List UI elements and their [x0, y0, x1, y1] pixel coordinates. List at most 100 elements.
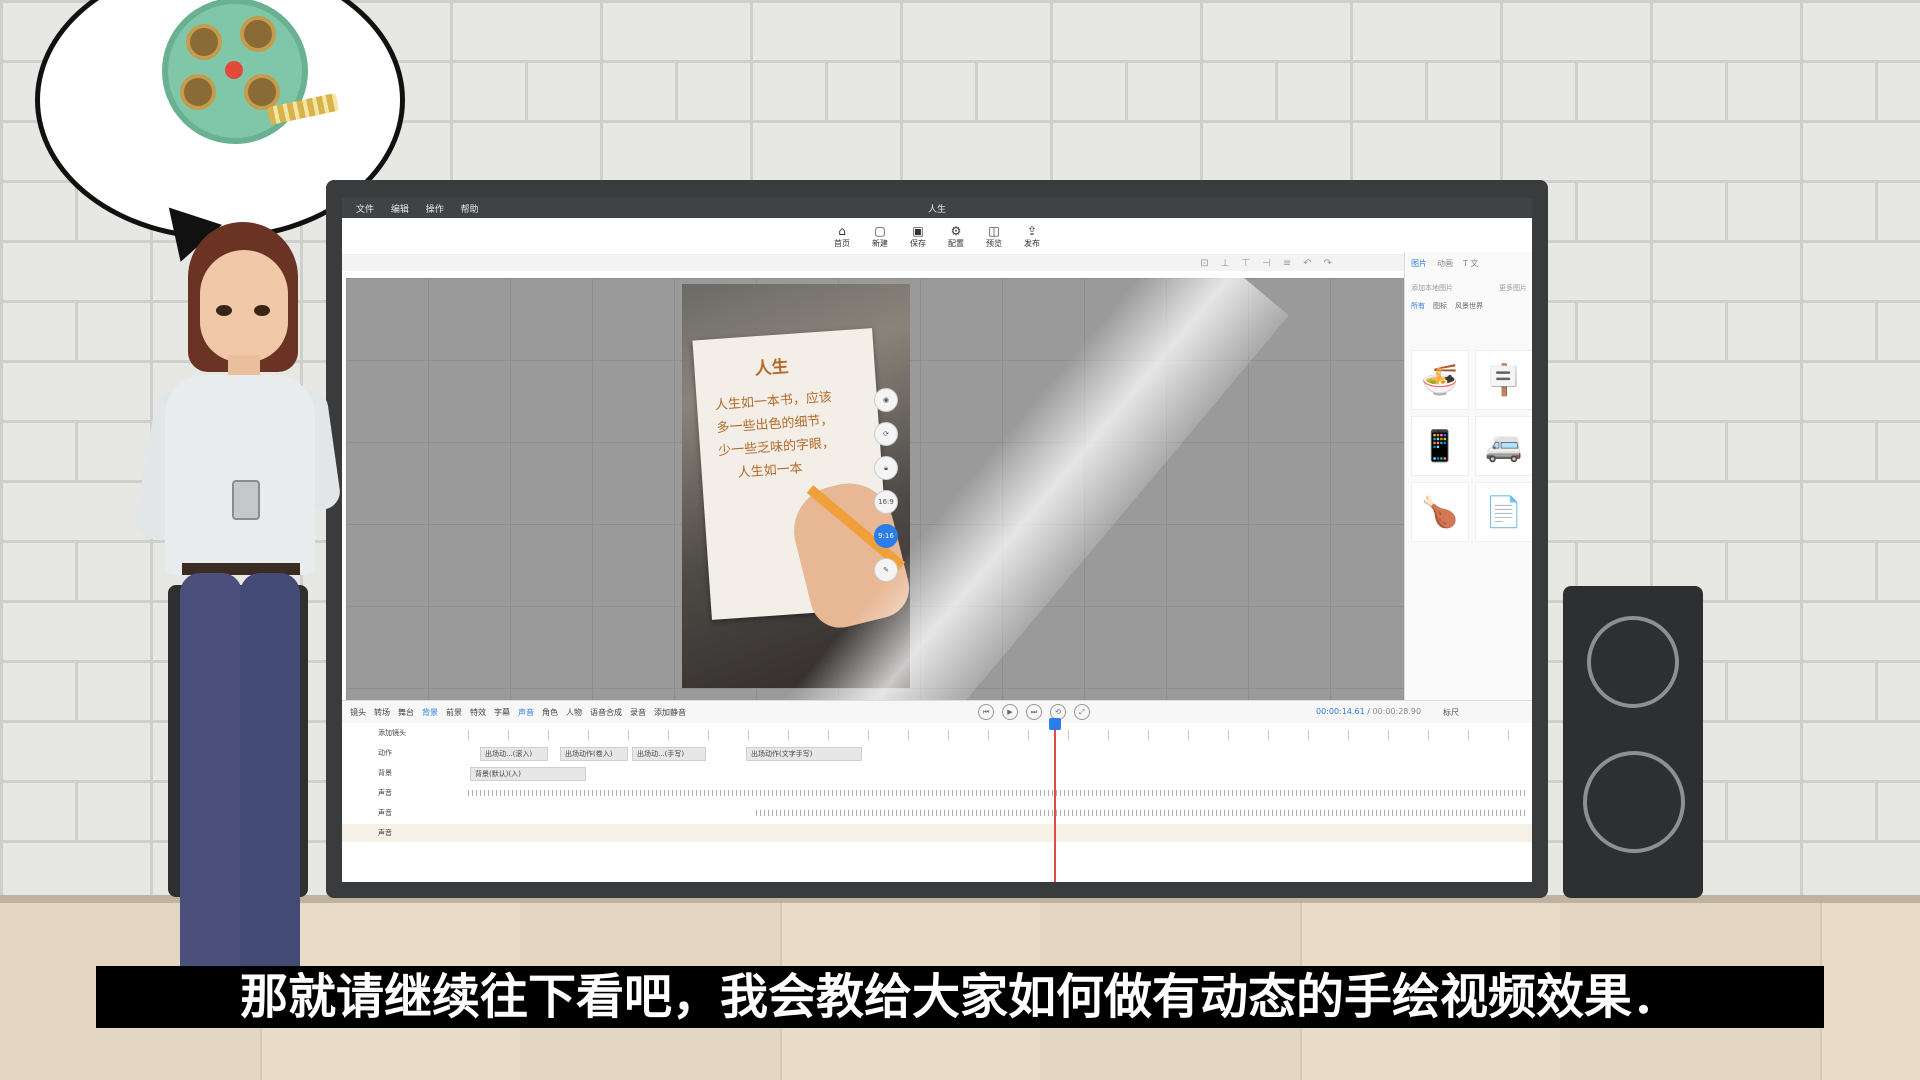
- current-time: 00:00:14.61: [1316, 707, 1365, 716]
- track-clip[interactable]: 出场动...(手写): [632, 747, 706, 761]
- asset-item[interactable]: 🚐: [1475, 416, 1532, 476]
- lock-icon[interactable]: ⊡: [1200, 258, 1208, 269]
- asset-grid: 🍜 🪧 📱 🚐 🍗 📄: [1411, 350, 1532, 542]
- card-line: 多一些出色的细节，: [716, 413, 834, 437]
- tab-tts[interactable]: 语音合成: [590, 707, 622, 718]
- video-subtitle: 那就请继续往下看吧，我会教给大家如何做有动态的手绘视频效果．: [96, 966, 1824, 1028]
- tab-foreground[interactable]: 前景: [446, 707, 462, 718]
- track-row: 声音: [342, 824, 1532, 842]
- new-button[interactable]: ▢ 新建: [869, 224, 891, 249]
- align-center-icon[interactable]: ⊤: [1241, 258, 1250, 269]
- editor-screen: 文件 编辑 操作 帮助 人生 ⌂ 首页 ▢ 新建 ▣ 保存 ⚙ 配置 ◫ 预览 ⇪ 发布 ⊡…: [342, 198, 1532, 882]
- right-speaker: [1563, 586, 1703, 898]
- track-clip[interactable]: 出场动作(卷入): [560, 747, 628, 761]
- add-local-image-button[interactable]: 添加本地图片: [1411, 283, 1453, 293]
- tab-subtitle[interactable]: 字幕: [494, 707, 510, 718]
- align-toolbar: ⊡ ⊥ ⊤ ⊣ ≡ ↶ ↷: [342, 255, 1532, 271]
- track-clip[interactable]: 出场动作(文字手写): [746, 747, 862, 761]
- preview-icon: ◫: [988, 223, 1000, 238]
- preview-button[interactable]: ◫ 预览: [983, 224, 1005, 249]
- asset-panel: 图片 动画 T 文 添加本地图片 更多图片 所有 图标 风景世界 🍜 🪧 📱 🚐…: [1404, 252, 1532, 700]
- publish-button[interactable]: ⇪ 发布: [1021, 224, 1043, 249]
- asset-item[interactable]: 🍜: [1411, 350, 1469, 410]
- timeline-tracks: 添加镜头 动作 出场动...(滚入) 出场动作(卷入) 出场动...(手写) 出…: [342, 718, 1532, 882]
- asset-categories: 所有 图标 风景世界: [1405, 301, 1532, 311]
- new-file-icon: ▢: [874, 223, 886, 238]
- menu-file[interactable]: 文件: [356, 205, 374, 215]
- tab-stage[interactable]: 舞台: [398, 707, 414, 718]
- track-row: 动作 出场动...(滚入) 出场动作(卷入) 出场动...(手写) 出场动作(文…: [342, 744, 1532, 762]
- tab-person[interactable]: 人物: [566, 707, 582, 718]
- prev-icon[interactable]: ⏮: [978, 704, 994, 720]
- card-line: 人生如一本: [737, 461, 804, 481]
- track-clip[interactable]: 背景(默认)(入): [470, 767, 586, 781]
- menu-help[interactable]: 帮助: [461, 205, 479, 215]
- menu-operate[interactable]: 操作: [426, 205, 444, 215]
- asset-item[interactable]: 🪧: [1475, 350, 1532, 410]
- track-row: 声音: [342, 784, 1532, 802]
- timecode: 00:00:14.61 / 00:00:28.90: [1316, 707, 1422, 716]
- tab-transition[interactable]: 转场: [374, 707, 390, 718]
- settings-button[interactable]: ⚙ 配置: [945, 224, 967, 249]
- distribute-icon[interactable]: ≡: [1283, 258, 1291, 269]
- home-icon: ⌂: [838, 223, 846, 238]
- redo-icon[interactable]: ↷: [1324, 258, 1332, 269]
- fullscreen-icon[interactable]: ⤢: [1074, 704, 1090, 720]
- align-left-icon[interactable]: ⊥: [1221, 258, 1230, 269]
- tab-add-silence[interactable]: 添加静音: [654, 707, 686, 718]
- tab-background[interactable]: 背景: [422, 707, 438, 718]
- home-button[interactable]: ⌂ 首页: [831, 224, 853, 249]
- asset-item[interactable]: 📱: [1411, 416, 1469, 476]
- audio-waveform[interactable]: [468, 790, 1528, 796]
- tab-record[interactable]: 录音: [630, 707, 646, 718]
- menu-bar: 文件 编辑 操作 帮助: [342, 202, 479, 215]
- menu-edit[interactable]: 编辑: [391, 205, 409, 215]
- canvas-side-tools: ◉ ⟳ 🔒︎ 16:9 9:16 ✎: [874, 388, 898, 582]
- track-row: 声音: [342, 804, 1532, 822]
- tab-text[interactable]: T 文: [1463, 258, 1478, 269]
- track-clip[interactable]: 出场动...(滚入): [480, 747, 548, 761]
- category-icons[interactable]: 图标: [1433, 301, 1447, 311]
- undo-icon[interactable]: ↶: [1303, 258, 1311, 269]
- next-icon[interactable]: ⏭: [1026, 704, 1042, 720]
- ruler-toggle[interactable]: 标尺: [1443, 707, 1459, 718]
- playhead[interactable]: [1049, 718, 1061, 882]
- save-button[interactable]: ▣ 保存: [907, 224, 929, 249]
- play-icon[interactable]: ▶: [1002, 704, 1018, 720]
- card-line: 少一些乏味的字眼，: [717, 435, 836, 460]
- tab-camera[interactable]: 镜头: [350, 707, 366, 718]
- publish-icon: ⇪: [1026, 223, 1038, 238]
- category-all[interactable]: 所有: [1411, 301, 1425, 311]
- category-scenery[interactable]: 风景世界: [1455, 301, 1483, 311]
- tab-images[interactable]: 图片: [1411, 258, 1427, 269]
- stage-canvas[interactable]: 人生 人生如一本书，应该 多一些出色的细节， 少一些乏味的字眼， 人生如一本 ◉…: [346, 278, 1404, 700]
- tab-role[interactable]: 角色: [542, 707, 558, 718]
- player-controls: ⏮ ▶ ⏭ ⟲ ⤢: [978, 704, 1090, 720]
- total-time: 00:00:28.90: [1372, 707, 1422, 716]
- smartphone-icon: [232, 480, 260, 520]
- save-icon: ▣: [912, 223, 924, 238]
- asset-tabs: 图片 动画 T 文: [1405, 252, 1532, 275]
- align-right-icon[interactable]: ⊣: [1262, 258, 1271, 269]
- film-reel-icon: [162, 0, 308, 144]
- rotate-icon[interactable]: ⟳: [874, 422, 898, 446]
- camera-icon[interactable]: ◉: [874, 388, 898, 412]
- asset-actions: 添加本地图片 更多图片: [1411, 283, 1527, 293]
- timeline-toolbar: 镜头 转场 舞台 背景 前景 特效 字幕 声音 角色 人物 语音合成 录音 添加…: [342, 700, 1532, 723]
- tab-sound[interactable]: 声音: [518, 707, 534, 718]
- more-images-link[interactable]: 更多图片: [1499, 283, 1527, 293]
- tab-animation[interactable]: 动画: [1437, 258, 1453, 269]
- lock-icon[interactable]: 🔒︎: [874, 456, 898, 480]
- audio-waveform[interactable]: [756, 810, 1526, 816]
- track-row: 背景 背景(默认)(入): [342, 764, 1532, 782]
- ratio-9-16-button[interactable]: 9:16: [874, 524, 898, 548]
- document-title: 人生: [927, 204, 946, 215]
- ratio-16-9-button[interactable]: 16:9: [874, 490, 898, 514]
- settings-icon: ⚙: [950, 223, 962, 238]
- card-title: 人生: [753, 357, 790, 380]
- asset-item[interactable]: 🍗: [1411, 482, 1469, 542]
- title-bar: 文件 编辑 操作 帮助 人生: [342, 198, 1532, 218]
- main-toolbar: ⌂ 首页 ▢ 新建 ▣ 保存 ⚙ 配置 ◫ 预览 ⇪ 发布: [342, 218, 1532, 255]
- asset-item[interactable]: 📄: [1475, 482, 1532, 542]
- tab-effects[interactable]: 特效: [470, 707, 486, 718]
